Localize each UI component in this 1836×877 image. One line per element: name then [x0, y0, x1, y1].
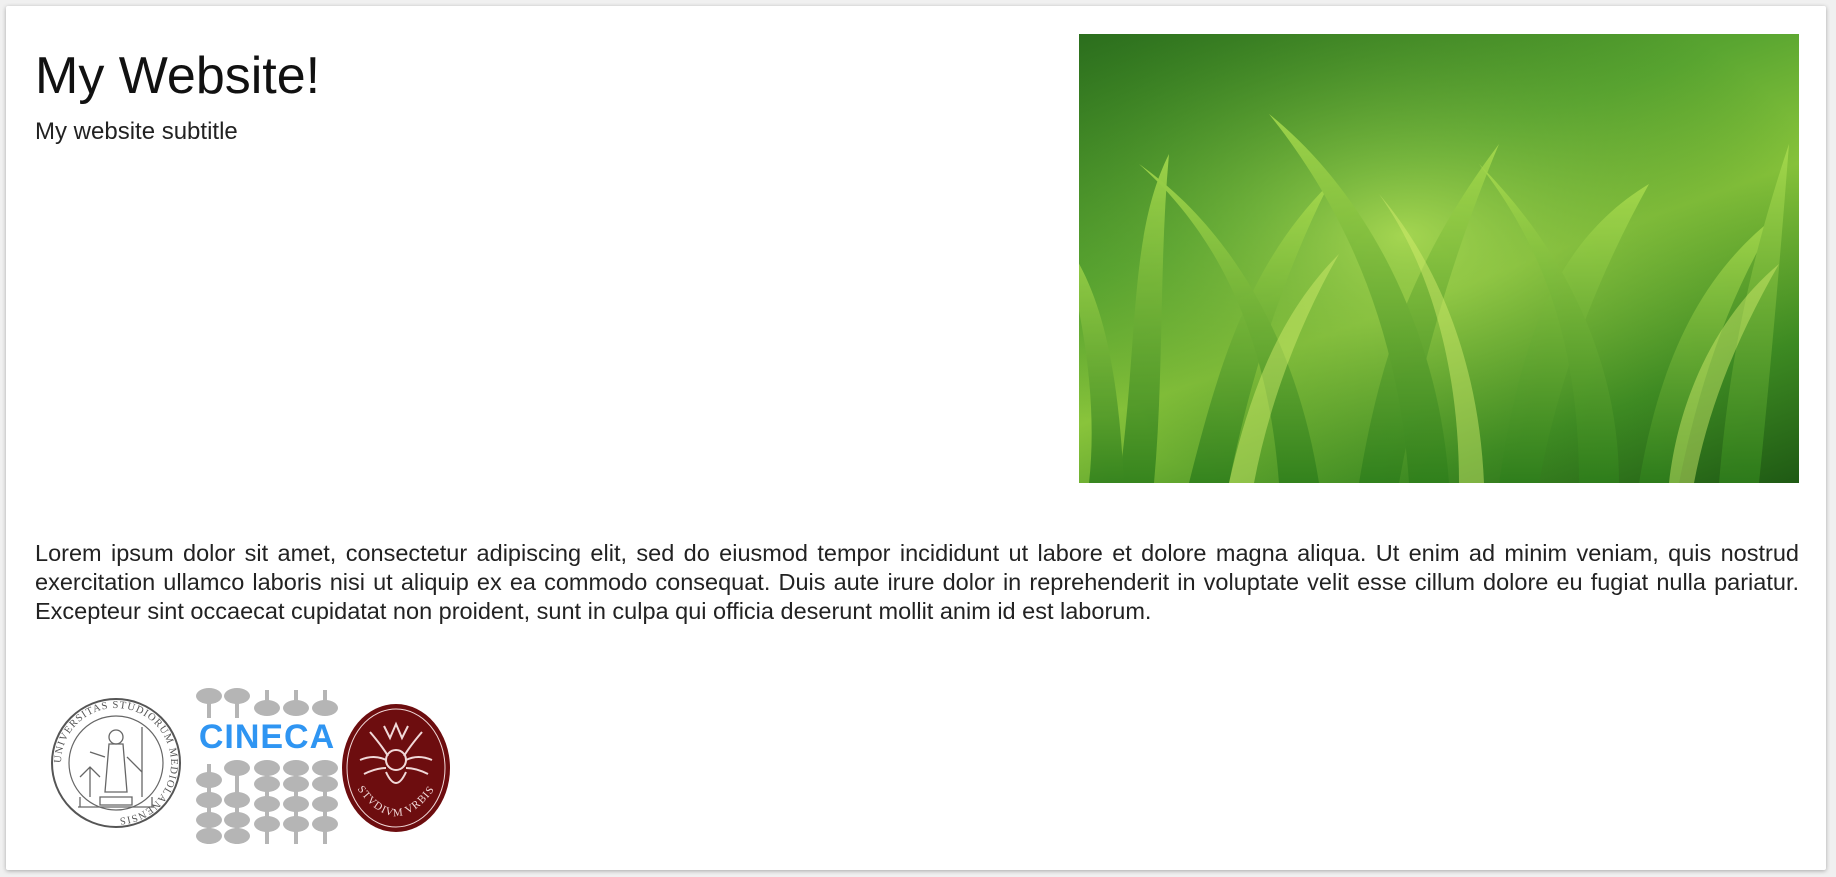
- grass-photo-icon: [1079, 34, 1799, 483]
- cineca-wordmark: CINECA: [199, 718, 335, 756]
- intro-paragraph: Lorem ipsum dolor sit amet, consectetur …: [35, 540, 1799, 624]
- page-title: My Website!: [35, 47, 321, 105]
- sapienza-seal-icon: STVDIVM VRBIS: [340, 702, 452, 834]
- cineca-logo-icon: CINECA: [195, 686, 340, 846]
- hero-image: [1079, 34, 1799, 483]
- university-seal-icon: UNIVERSITAS STUDIORUM MEDIOLANENSIS: [50, 697, 182, 829]
- page-card: My Website! My website subtitle Lorem ip…: [6, 6, 1826, 870]
- page-subtitle: My website subtitle: [35, 118, 238, 145]
